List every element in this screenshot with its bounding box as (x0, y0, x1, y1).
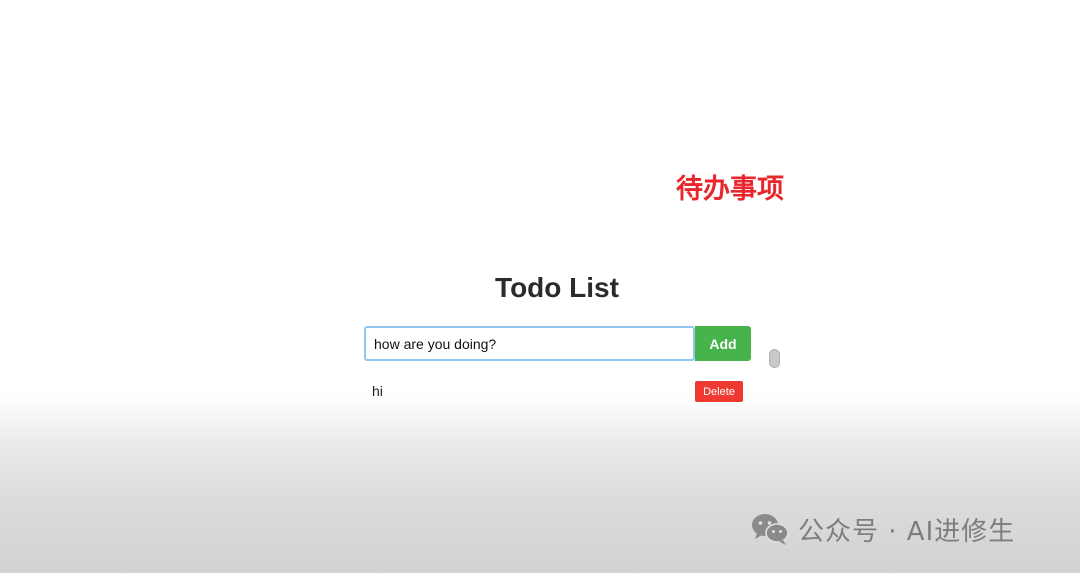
wechat-icon (750, 511, 790, 547)
todo-item-text: hi (372, 383, 383, 399)
todo-input[interactable] (364, 326, 695, 361)
todo-annotation-label: 待办事项 (676, 174, 784, 205)
watermark-text: 公众号 · AI进修生 (798, 516, 1016, 547)
watermark: 公众号 · AI进修生 (750, 508, 1015, 550)
add-button[interactable]: Add (695, 326, 751, 361)
scrollbar-thumb[interactable] (769, 349, 780, 368)
list-item: hi Delete (362, 378, 752, 404)
delete-button[interactable]: Delete (695, 381, 743, 402)
page-title: Todo List (495, 272, 619, 303)
